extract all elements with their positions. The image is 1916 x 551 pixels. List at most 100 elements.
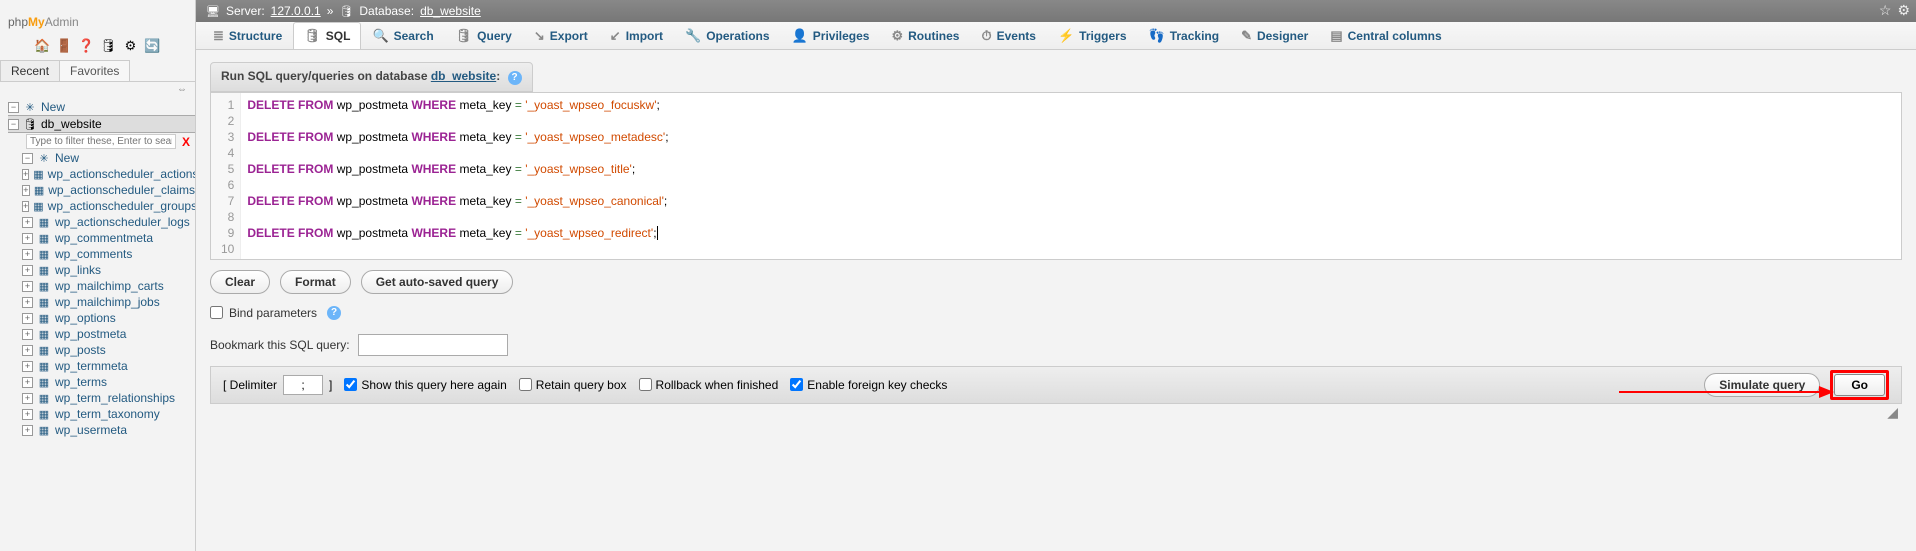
expand-icon[interactable]: +: [22, 409, 33, 420]
sql-editor[interactable]: 12345678910 DELETE FROM wp_postmeta WHER…: [210, 92, 1902, 260]
server-link[interactable]: 127.0.0.1: [271, 4, 321, 18]
table-icon: ▦: [37, 231, 51, 245]
get-autosaved-button[interactable]: Get auto-saved query: [361, 270, 514, 294]
query-db-link[interactable]: db_website: [431, 69, 496, 83]
tree-table-row[interactable]: +▦wp_commentmeta: [22, 230, 195, 246]
delimiter-box: [ Delimiter ]: [223, 375, 332, 395]
tab-triggers[interactable]: ⚡Triggers: [1047, 22, 1138, 49]
show-again-checkbox[interactable]: [344, 378, 357, 391]
tab-operations[interactable]: 🔧Operations: [674, 22, 781, 49]
rollback-check[interactable]: Rollback when finished: [639, 378, 779, 392]
tree-filter-clear[interactable]: X: [182, 135, 190, 149]
tree-table-row[interactable]: +▦wp_actionscheduler_claims: [22, 182, 195, 198]
home-icon[interactable]: 🏠: [35, 38, 51, 54]
expand-icon[interactable]: −: [8, 102, 19, 113]
gear-icon[interactable]: ⚙: [123, 38, 139, 54]
tree-table-row[interactable]: +▦wp_actionscheduler_groups: [22, 198, 195, 214]
tree-db-website[interactable]: − 🛢 db_website: [8, 115, 195, 133]
db-tree: − ✳ New − 🛢 db_website X − ✳ New +▦w: [0, 97, 195, 551]
expand-icon[interactable]: +: [22, 345, 33, 356]
tab-search[interactable]: 🔍Search: [361, 22, 444, 49]
tree-table-row[interactable]: +▦wp_term_relationships: [22, 390, 195, 406]
tab-routines[interactable]: ⚙Routines: [880, 22, 970, 49]
reload-icon[interactable]: 🔄: [145, 38, 161, 54]
expand-icon[interactable]: +: [22, 201, 29, 212]
tree-table-row[interactable]: +▦wp_term_taxonomy: [22, 406, 195, 422]
expand-icon[interactable]: +: [22, 329, 33, 340]
expand-icon[interactable]: +: [22, 169, 29, 180]
simulate-button[interactable]: Simulate query: [1704, 373, 1820, 397]
collapse-icon[interactable]: −: [8, 119, 19, 130]
tab-import[interactable]: ↙Import: [599, 22, 674, 49]
tree-table-row[interactable]: +▦wp_links: [22, 262, 195, 278]
fk-checkbox[interactable]: [790, 378, 803, 391]
tab-designer[interactable]: ✎Designer: [1230, 22, 1319, 49]
expand-icon[interactable]: +: [22, 265, 33, 276]
expand-icon[interactable]: +: [22, 233, 33, 244]
tree-table-row[interactable]: +▦wp_options: [22, 310, 195, 326]
expand-icon[interactable]: +: [22, 281, 33, 292]
format-button[interactable]: Format: [280, 270, 351, 294]
tree-table-row[interactable]: +▦wp_terms: [22, 374, 195, 390]
tree-table-row[interactable]: +▦wp_mailchimp_jobs: [22, 294, 195, 310]
tree-filter-input[interactable]: [26, 134, 176, 149]
tree-new-db[interactable]: − ✳ New: [8, 99, 195, 115]
expand-icon[interactable]: +: [22, 185, 30, 196]
fk-check[interactable]: Enable foreign key checks: [790, 378, 947, 392]
tree-new-table[interactable]: − ✳ New: [22, 150, 195, 166]
tab-sql[interactable]: 🛢SQL: [293, 22, 361, 49]
tab-export[interactable]: ↘Export: [523, 22, 599, 49]
expand-icon[interactable]: +: [22, 217, 33, 228]
bind-params-checkbox[interactable]: [210, 306, 223, 319]
tab-events[interactable]: ⏱Events: [970, 22, 1047, 49]
expand-icon[interactable]: +: [22, 393, 33, 404]
delimiter-label: [ Delimiter: [223, 378, 277, 392]
help-icon[interactable]: ❓: [79, 38, 95, 54]
tree-table-row[interactable]: +▦wp_comments: [22, 246, 195, 262]
help-icon[interactable]: ?: [508, 71, 522, 85]
sql-icon[interactable]: 🛢: [101, 38, 117, 54]
db-link[interactable]: db_website: [420, 4, 481, 18]
delimiter-input[interactable]: [283, 375, 323, 395]
breadcrumb-sep: »: [327, 4, 334, 18]
bookmark-input[interactable]: [358, 334, 508, 356]
tab-tracking[interactable]: 👣Tracking: [1138, 22, 1231, 49]
expand-icon[interactable]: +: [22, 297, 33, 308]
rollback-checkbox[interactable]: [639, 378, 652, 391]
tree-table-row[interactable]: +▦wp_posts: [22, 342, 195, 358]
tab-central-columns[interactable]: ▤Central columns: [1319, 22, 1452, 49]
expand-icon[interactable]: +: [22, 313, 33, 324]
routines-icon: ⚙: [891, 28, 903, 44]
retain-box-check[interactable]: Retain query box: [519, 378, 627, 392]
retain-box-checkbox[interactable]: [519, 378, 532, 391]
table-icon: ▦: [37, 279, 51, 293]
collapse-handle-icon[interactable]: ⇔: [0, 82, 195, 97]
expand-icon[interactable]: +: [22, 377, 33, 388]
tree-table-row[interactable]: +▦wp_actionscheduler_actions: [22, 166, 195, 182]
tab-query[interactable]: 🛢Query: [445, 22, 523, 49]
go-button[interactable]: Go: [1834, 374, 1885, 396]
expand-icon[interactable]: +: [22, 425, 33, 436]
expand-icon[interactable]: +: [22, 361, 33, 372]
expand-icon[interactable]: −: [22, 153, 33, 164]
gear-icon[interactable]: ⚙: [1897, 2, 1910, 19]
tab-privileges[interactable]: 👤Privileges: [781, 22, 881, 49]
help-icon[interactable]: ?: [327, 306, 341, 320]
clear-button[interactable]: Clear: [210, 270, 270, 294]
sql-code[interactable]: DELETE FROM wp_postmeta WHERE meta_key =…: [241, 93, 1901, 259]
tab-structure[interactable]: ≣Structure: [202, 22, 293, 49]
logout-icon[interactable]: 🚪: [57, 38, 73, 54]
table-icon: ▦: [37, 423, 51, 437]
tree-table-row[interactable]: +▦wp_termmeta: [22, 358, 195, 374]
tree-table-row[interactable]: +▦wp_usermeta: [22, 422, 195, 438]
panel-tab-favorites[interactable]: Favorites: [59, 60, 130, 81]
export-icon: ↘: [534, 28, 545, 44]
tree-table-row[interactable]: +▦wp_mailchimp_carts: [22, 278, 195, 294]
show-again-check[interactable]: Show this query here again: [344, 378, 506, 392]
tree-table-row[interactable]: +▦wp_postmeta: [22, 326, 195, 342]
panel-tab-recent[interactable]: Recent: [0, 60, 60, 81]
resize-handle-icon[interactable]: ◢: [210, 404, 1902, 421]
expand-icon[interactable]: +: [22, 249, 33, 260]
tree-table-row[interactable]: +▦wp_actionscheduler_logs: [22, 214, 195, 230]
star-icon[interactable]: ☆: [1879, 2, 1892, 19]
